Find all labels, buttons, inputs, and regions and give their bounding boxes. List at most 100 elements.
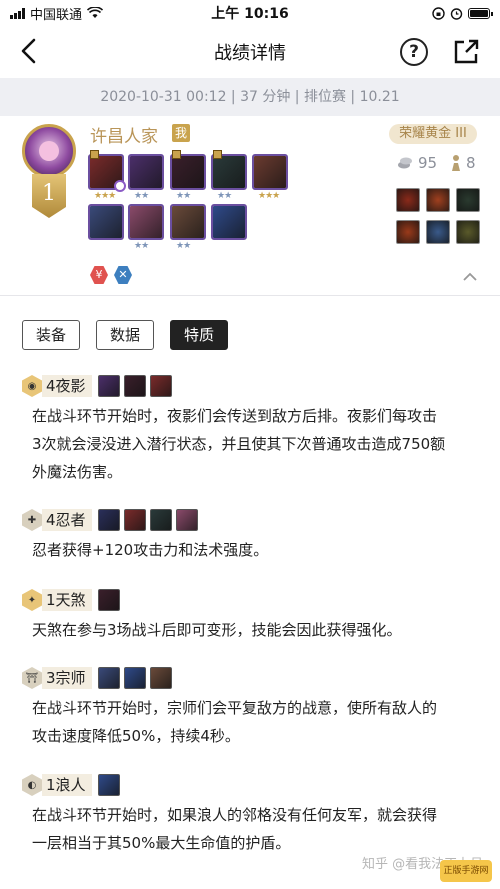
trait-description-line: 忍者获得+120攻击力和法术强度。	[32, 541, 269, 559]
item-4[interactable]	[396, 220, 420, 244]
trait-unit-portrait[interactable]	[97, 589, 120, 611]
trait-unit-portrait[interactable]	[123, 509, 146, 531]
unit-portrait[interactable]	[88, 204, 124, 240]
trait-description-line: 3次就会浸没进入潜行状态，并且使其下次普通攻击造成750额	[32, 435, 446, 453]
torii-icon: ⛩	[22, 667, 42, 689]
unit-portrait[interactable]	[128, 204, 164, 240]
trait-block: ⛩ 3宗师在战斗环节开始时，宗师们会平复敌方的战意，使所有敌人的 攻击速度降低50%…	[22, 666, 480, 750]
item-1[interactable]	[396, 188, 420, 212]
unit-stars: ★★	[176, 241, 191, 251]
unit-portrait[interactable]	[211, 204, 247, 240]
unit-portrait-7	[130, 206, 162, 238]
trait-description-line: 天煞在参与3场战斗后即可变形，技能会因此获得强化。	[32, 621, 402, 639]
unit-portrait-9	[213, 206, 245, 238]
ronin-icon: ◐	[22, 774, 42, 796]
tab-equipment[interactable]: 装备	[22, 320, 80, 350]
unit-portrait-3	[172, 156, 204, 188]
trait-block: ✚ 4忍者忍者获得+120攻击力和法术强度。	[22, 508, 480, 564]
eye-icon: ◉	[22, 375, 42, 397]
trait-description: 天煞在参与3场战斗后即可变形，技能会因此获得强化。	[22, 616, 480, 644]
unit-portrait[interactable]	[211, 154, 247, 190]
unit-portrait[interactable]	[170, 204, 206, 240]
trait-description-line: 在战斗环节开始时，如果浪人的邻格没有任何友军，就会获得	[32, 806, 438, 824]
unit-portrait-6	[90, 206, 122, 238]
nav-bar: 战绩详情 ?	[0, 26, 500, 78]
trait-block: ✦ 1天煞天煞在参与3场战斗后即可变形，技能会因此获得强化。	[22, 588, 480, 644]
trait-description: 忍者获得+120攻击力和法术强度。	[22, 536, 480, 564]
trait-header: ✦ 1天煞	[22, 588, 480, 612]
trait-unit-portrait[interactable]	[97, 509, 120, 531]
unit-stars: ★★★	[258, 191, 280, 201]
trait-block: ◐ 1浪人在战斗环节开始时，如果浪人的邻格没有任何友军，就会获得 一层相当于其50%…	[22, 773, 480, 857]
trait-description-line: 在战斗环节开始时，夜影们会传送到敌方后排。夜影们每攻击	[32, 407, 438, 425]
shuriken-icon: ✚	[22, 509, 42, 531]
unit-stars: ★★★	[94, 191, 116, 201]
trait-description: 在战斗环节开始时，宗师们会平复敌方的战意，使所有敌人的 攻击速度降低50%，持续4…	[22, 694, 480, 750]
item-equipped-icon	[172, 150, 181, 159]
trait-unit-portrait[interactable]	[97, 375, 120, 397]
coins-value: 95	[418, 154, 438, 172]
orientation-lock-icon	[432, 6, 445, 20]
trait-name: 3宗师	[42, 667, 92, 689]
trait-header: ◐ 1浪人	[22, 773, 480, 797]
item-equipped-icon	[90, 150, 99, 159]
tab-traits[interactable]: 特质	[170, 320, 228, 350]
unit-stars: ★★	[217, 191, 232, 201]
placement-badge: 1	[32, 174, 66, 218]
trait-unit-portrait[interactable]	[97, 774, 120, 796]
trait-description: 在战斗环节开始时，夜影们会传送到敌方后排。夜影们每攻击 3次就会浸没进入潜行状态，…	[22, 402, 480, 486]
trait-unit-portrait[interactable]	[123, 375, 146, 397]
level-value: 8	[466, 154, 476, 172]
item-6[interactable]	[456, 220, 480, 244]
player-card[interactable]: 1 许昌人家 我 荣耀黄金 III 95 8 ★★★ ★★ ★★ ★★ ★★★ ★★ ★★ …	[0, 116, 500, 296]
unit-portrait-2	[130, 156, 162, 188]
item-5[interactable]	[426, 220, 450, 244]
level-stat: 8	[450, 154, 476, 172]
trait-unit-portrait[interactable]	[123, 667, 146, 689]
trait-unit-portrait[interactable]	[149, 375, 172, 397]
unit-portrait[interactable]	[128, 154, 164, 190]
trait-unit-portrait[interactable]	[97, 667, 120, 689]
unit-portrait[interactable]	[252, 154, 288, 190]
trait-block: ◉ 4夜影在战斗环节开始时，夜影们会传送到敌方后排。夜影们每攻击 3次就会浸没进入潜…	[22, 374, 480, 486]
unit-portrait-8	[172, 206, 204, 238]
player-avatar-group: 1	[22, 124, 78, 224]
chosen-mark-icon	[114, 180, 126, 192]
status-bar: 中国联通 上午 10:16	[0, 0, 500, 26]
player-name: 许昌人家	[90, 127, 158, 147]
rank-tier-badge: 荣耀黄金 III	[389, 124, 477, 144]
match-info: 2020-10-31 00:12 | 37 分钟 | 排位赛 | 10.21	[0, 78, 500, 116]
unit-portrait[interactable]	[170, 154, 206, 190]
trait-header: ✚ 4忍者	[22, 508, 480, 532]
coins-icon	[398, 157, 412, 169]
collapse-chevron-icon[interactable]	[462, 272, 478, 282]
trait-description: 在战斗环节开始时，如果浪人的邻格没有任何友军，就会获得 一层相当于其50%最大生命…	[22, 801, 480, 857]
trait-description-line: 在战斗环节开始时，宗师们会平复敌方的战意，使所有敌人的	[32, 699, 438, 717]
trait-unit-portrait[interactable]	[149, 509, 172, 531]
trait-name: 1浪人	[42, 774, 92, 796]
item-2[interactable]	[426, 188, 450, 212]
coins-stat: 95	[396, 154, 437, 172]
me-badge: 我	[172, 124, 190, 142]
share-icon[interactable]	[452, 38, 480, 66]
unit-stars: ★★	[134, 191, 149, 201]
unit-portrait-5	[254, 156, 286, 188]
watermark-badge: 正版手游网	[440, 860, 492, 882]
trait-name: 1天煞	[42, 589, 92, 611]
help-button[interactable]: ?	[400, 38, 428, 66]
level-icon	[452, 155, 460, 171]
trait-unit-portrait[interactable]	[149, 667, 172, 689]
trait-description-line: 攻击速度降低50%，持续4秒。	[32, 727, 240, 745]
trait-description-line: 外魔法伤害。	[32, 463, 123, 481]
item-equipped-icon	[213, 150, 222, 159]
battery-icon	[468, 7, 493, 19]
tab-stats[interactable]: 数据	[96, 320, 154, 350]
trait-name: 4夜影	[42, 375, 92, 397]
trait-unit-portrait[interactable]	[175, 509, 198, 531]
demon-icon: ✦	[22, 589, 42, 611]
avatar	[22, 124, 76, 178]
unit-stars: ★★	[134, 241, 149, 251]
yen-icon: ¥	[90, 266, 108, 284]
item-3[interactable]	[456, 188, 480, 212]
trait-header: ◉ 4夜影	[22, 374, 480, 398]
